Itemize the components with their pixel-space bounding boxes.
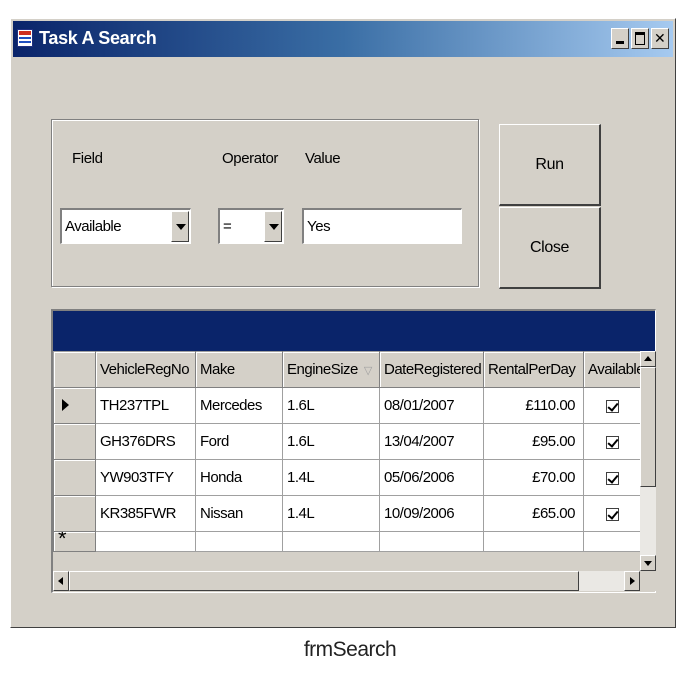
- cell-enginesize[interactable]: 1.6L: [282, 387, 380, 424]
- scrollbar-corner: [640, 571, 656, 591]
- cell-enginesize[interactable]: 1.4L: [282, 495, 380, 532]
- criteria-group: Field Operator Value Available = Yes: [51, 119, 479, 287]
- new-cell[interactable]: [483, 531, 584, 552]
- row-header-corner[interactable]: [53, 351, 96, 388]
- horizontal-scroll-thumb[interactable]: [69, 571, 579, 591]
- cell-make[interactable]: Honda: [195, 459, 283, 496]
- window-title: Task A Search: [39, 28, 157, 48]
- row-header[interactable]: [53, 459, 96, 496]
- cell-rentalperday[interactable]: £110.00: [483, 387, 584, 424]
- field-label: Field: [72, 150, 103, 167]
- row-header[interactable]: [53, 495, 96, 532]
- results-grid[interactable]: VehicleRegNo Make EngineSize ▽ DateRegist…: [51, 309, 656, 593]
- chevron-down-icon[interactable]: [264, 211, 282, 242]
- operator-dropdown-value: =: [223, 218, 232, 235]
- search-window: Task A Search Field Operator Value Avail…: [10, 18, 676, 628]
- new-row[interactable]: *: [53, 531, 641, 552]
- scroll-left-icon[interactable]: [53, 571, 69, 591]
- grid-caption-bar: [53, 311, 655, 351]
- table-row[interactable]: YW903TFY Honda 1.4L 05/06/2006 £70.00: [53, 459, 641, 496]
- cell-enginesize[interactable]: 1.4L: [282, 459, 380, 496]
- column-header-vehicleregno[interactable]: VehicleRegNo: [95, 351, 196, 388]
- checkbox-checked-icon[interactable]: [605, 507, 619, 521]
- chevron-down-icon[interactable]: [171, 211, 189, 242]
- operator-dropdown[interactable]: =: [218, 208, 284, 244]
- cell-make[interactable]: Nissan: [195, 495, 283, 532]
- cell-available[interactable]: [583, 423, 641, 460]
- cell-regno[interactable]: TH237TPL: [95, 387, 196, 424]
- new-row-icon: *: [58, 531, 67, 551]
- checkbox-checked-icon[interactable]: [605, 435, 619, 449]
- scroll-up-icon[interactable]: [640, 351, 656, 367]
- value-label: Value: [305, 150, 341, 167]
- cell-regno[interactable]: GH376DRS: [95, 423, 196, 460]
- field-dropdown[interactable]: Available: [60, 208, 191, 244]
- horizontal-scrollbar[interactable]: [53, 571, 640, 591]
- cell-make[interactable]: Mercedes: [195, 387, 283, 424]
- table-row[interactable]: KR385FWR Nissan 1.4L 10/09/2006 £65.00: [53, 495, 641, 532]
- vertical-scroll-thumb[interactable]: [640, 367, 656, 487]
- cell-rentalperday[interactable]: £65.00: [483, 495, 584, 532]
- cell-dateregistered[interactable]: 08/01/2007: [379, 387, 484, 424]
- row-header[interactable]: [53, 423, 96, 460]
- checkbox-checked-icon[interactable]: [605, 471, 619, 485]
- checkbox-checked-icon[interactable]: [605, 399, 619, 413]
- row-pointer-icon: [62, 399, 69, 411]
- cell-regno[interactable]: KR385FWR: [95, 495, 196, 532]
- title-bar[interactable]: Task A Search: [13, 21, 673, 57]
- cell-available[interactable]: [583, 459, 641, 496]
- field-dropdown-value: Available: [65, 218, 122, 235]
- new-cell[interactable]: [195, 531, 283, 552]
- vertical-scrollbar[interactable]: [640, 351, 656, 571]
- sort-indicator-icon: ▽: [363, 365, 372, 377]
- cell-rentalperday[interactable]: £70.00: [483, 459, 584, 496]
- new-cell[interactable]: [379, 531, 484, 552]
- cell-dateregistered[interactable]: 13/04/2007: [379, 423, 484, 460]
- column-header-rentalperday[interactable]: RentalPerDay: [483, 351, 584, 388]
- new-row-header[interactable]: *: [53, 531, 96, 552]
- header-row: VehicleRegNo Make EngineSize ▽ DateRegist…: [53, 351, 641, 388]
- run-button[interactable]: Run: [499, 124, 601, 206]
- cell-available[interactable]: [583, 387, 641, 424]
- cell-regno[interactable]: YW903TFY: [95, 459, 196, 496]
- form-name-caption: frmSearch: [303, 638, 397, 661]
- new-cell[interactable]: [95, 531, 196, 552]
- operator-label: Operator: [222, 150, 278, 167]
- cell-available[interactable]: [583, 495, 641, 532]
- column-header-enginesize[interactable]: EngineSize ▽: [282, 351, 380, 388]
- column-header-make[interactable]: Make: [195, 351, 283, 388]
- close-icon[interactable]: [651, 28, 669, 49]
- minimize-icon[interactable]: [611, 28, 629, 49]
- column-header-available[interactable]: Available: [583, 351, 641, 388]
- close-button[interactable]: Close: [499, 207, 601, 289]
- column-header-dateregistered[interactable]: DateRegistered: [379, 351, 484, 388]
- cell-make[interactable]: Ford: [195, 423, 283, 460]
- cell-rentalperday[interactable]: £95.00: [483, 423, 584, 460]
- cell-enginesize[interactable]: 1.6L: [282, 423, 380, 460]
- maximize-icon[interactable]: [631, 28, 649, 49]
- cell-dateregistered[interactable]: 05/06/2006: [379, 459, 484, 496]
- cell-dateregistered[interactable]: 10/09/2006: [379, 495, 484, 532]
- new-cell[interactable]: [282, 531, 380, 552]
- row-header[interactable]: [53, 387, 96, 424]
- scroll-down-icon[interactable]: [640, 555, 656, 571]
- form-app-icon[interactable]: [17, 29, 33, 47]
- table-row[interactable]: TH237TPL Mercedes 1.6L 08/01/2007 £110.0…: [53, 387, 641, 424]
- new-cell[interactable]: [583, 531, 641, 552]
- value-input[interactable]: Yes: [302, 208, 462, 244]
- results-table: VehicleRegNo Make EngineSize ▽ DateRegist…: [53, 351, 641, 552]
- table-row[interactable]: GH376DRS Ford 1.6L 13/04/2007 £95.00: [53, 423, 641, 460]
- scroll-right-icon[interactable]: [624, 571, 640, 591]
